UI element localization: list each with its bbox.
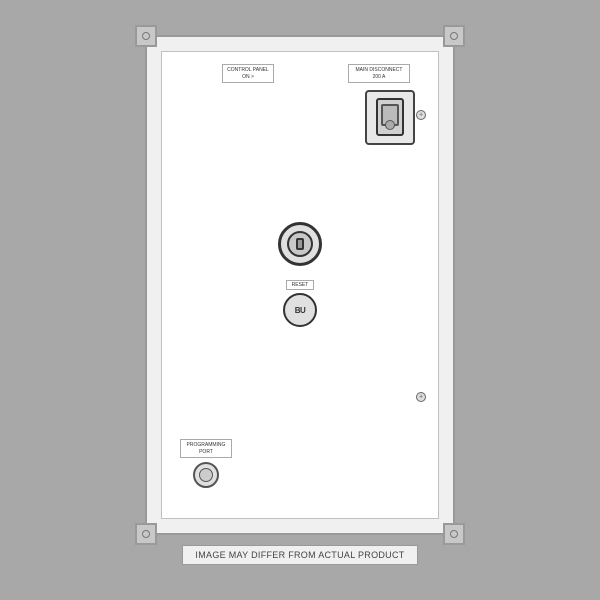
prog-port-inner (199, 468, 213, 482)
reset-button[interactable]: BU (283, 293, 317, 327)
keylock-container (278, 222, 322, 266)
reset-container: RESET BU (283, 280, 317, 327)
disclaimer-box: IMAGE MAY DIFFER FROM ACTUAL PRODUCT (182, 545, 417, 565)
reset-label: RESET (286, 280, 315, 290)
reset-button-text: BU (295, 306, 306, 315)
control-panel-label-line1: CONTROL PANEL (227, 67, 269, 74)
keylock-inner (287, 231, 313, 257)
main-disconnect-label: MAIN DISCONNECT 200 A (348, 64, 410, 83)
control-panel-label-line2: ON > (227, 74, 269, 81)
panel-door: CONTROL PANEL ON > MAIN DISCONNECT 200 A (161, 51, 439, 519)
programming-label-line2: PORT (185, 449, 227, 456)
programming-port-container: PROGRAMMING PORT (180, 439, 232, 488)
programming-port[interactable] (193, 462, 219, 488)
main-disconnect-switch[interactable] (360, 82, 420, 152)
disconnect-handle (376, 98, 404, 136)
disclaimer-text: IMAGE MAY DIFFER FROM ACTUAL PRODUCT (195, 550, 404, 560)
main-disconnect-label-line1: MAIN DISCONNECT (353, 67, 405, 74)
keylock-slot (296, 238, 304, 250)
screw-right-mid (416, 392, 426, 402)
programming-port-label: PROGRAMMING PORT (180, 439, 232, 458)
corner-bracket-br (443, 523, 465, 545)
corner-bracket-bl (135, 523, 157, 545)
page-wrapper: CONTROL PANEL ON > MAIN DISCONNECT 200 A (145, 35, 455, 565)
control-panel-label: CONTROL PANEL ON > (222, 64, 274, 83)
corner-bracket-tl (135, 25, 157, 47)
screw-right-top (416, 110, 426, 120)
disconnect-body (365, 90, 415, 145)
programming-label-line1: PROGRAMMING (185, 442, 227, 449)
panel-enclosure: CONTROL PANEL ON > MAIN DISCONNECT 200 A (145, 35, 455, 535)
keylock[interactable] (278, 222, 322, 266)
main-disconnect-label-line2: 200 A (353, 74, 405, 81)
corner-bracket-tr (443, 25, 465, 47)
